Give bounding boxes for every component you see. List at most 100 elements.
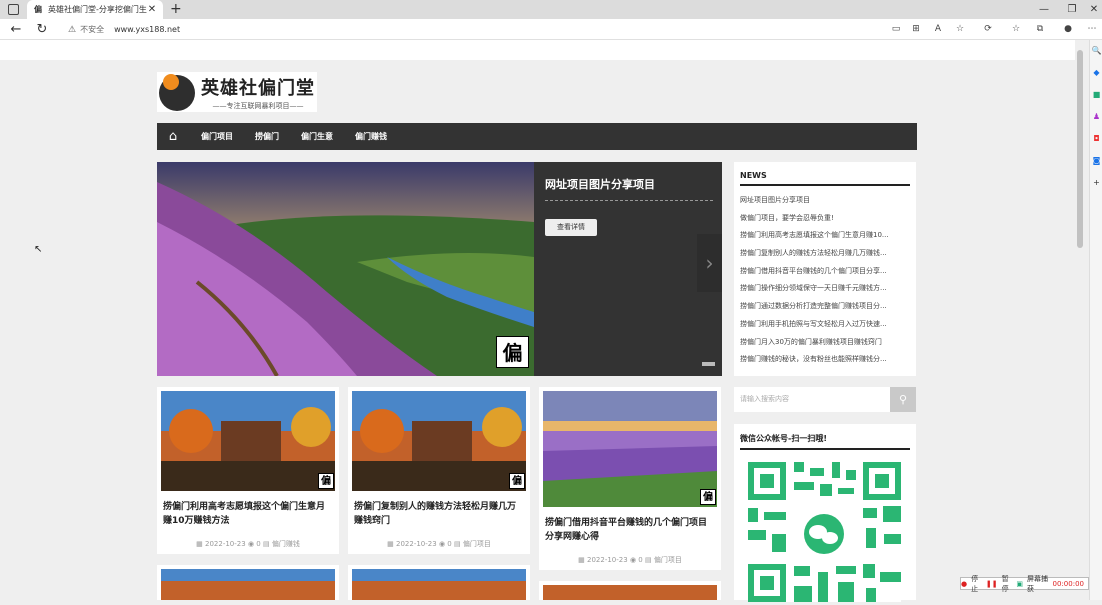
- news-item[interactable]: 捞偏门赚钱的秘诀，没有粉丝也能照样赚钱分...: [740, 351, 910, 369]
- refresh-button[interactable]: ↻: [33, 19, 51, 40]
- pause-button[interactable]: 暂停: [1002, 574, 1013, 594]
- wechat-qr-code: [748, 462, 901, 602]
- apps-icon[interactable]: ⊞: [906, 19, 926, 40]
- stop-button[interactable]: 停止: [971, 574, 982, 594]
- minimize-button[interactable]: —: [1030, 0, 1058, 19]
- article-card[interactable]: [348, 565, 530, 600]
- slider-image[interactable]: [157, 162, 534, 376]
- url-text: www.yxs188.net: [114, 25, 181, 34]
- slider-next-icon[interactable]: ›: [697, 234, 722, 292]
- news-item[interactable]: 捞偏门复制别人的赚钱方法轻松月赚几万赚钱...: [740, 245, 910, 263]
- site-logo[interactable]: 英雄社偏门堂 ——专注互联网暴利项目——: [157, 72, 317, 112]
- pause-icon[interactable]: ❚❚: [986, 580, 998, 588]
- article-card[interactable]: 偏 捞偏门借用抖音平台赚钱的几个偏门项目分享网赚心得 ▦ 2022-10-23 …: [539, 387, 721, 570]
- cast-icon[interactable]: ▭: [886, 19, 906, 40]
- slider-divider: [545, 200, 713, 201]
- news-item[interactable]: 捞偏门操作细分领域保守一天日赚千元赚钱方...: [740, 280, 910, 298]
- article-card[interactable]: 偏 捞偏门利用高考志愿填报这个偏门生意月赚10万赚钱方法 ▦ 2022-10-2…: [157, 387, 339, 554]
- logo-mark-icon: [157, 72, 197, 112]
- search-input[interactable]: 请输入搜索内容: [734, 387, 890, 412]
- featured-slider[interactable]: 偏 网址项目图片分享项目 查看详情 ›: [157, 162, 722, 376]
- logo-slogan: ——专注互联网暴利项目——: [212, 101, 304, 110]
- article-title[interactable]: 捞偏门利用高考志愿填报这个偏门生意月赚10万赚钱方法: [163, 500, 333, 528]
- article-views: 0: [638, 556, 643, 564]
- article-meta: ▦ 2022-10-23 ◉ 0 ▤ 偏门项目: [539, 555, 721, 565]
- recorder-bar: ● 停止 ❚❚ 暂停 ▣ 屏幕捕获 00:00:00: [960, 575, 1089, 593]
- shopping-icon[interactable]: ◆: [1090, 62, 1102, 84]
- calendar-icon: ▦: [387, 540, 397, 548]
- stop-icon[interactable]: ●: [961, 580, 967, 588]
- outlook-icon[interactable]: ◙: [1090, 150, 1102, 172]
- mouse-cursor-icon: ↖: [34, 244, 43, 255]
- article-card[interactable]: 偏 捞偏门复制别人的赚钱方法轻松月赚几万赚钱窍门 ▦ 2022-10-23 ◉ …: [348, 387, 530, 554]
- news-item[interactable]: 捞偏门利用手机拍照与写文轻松月入过万快速...: [740, 316, 910, 334]
- thumbnail-watermark: 偏: [700, 489, 716, 505]
- tools-icon[interactable]: ■: [1090, 84, 1102, 106]
- article-thumbnail[interactable]: [543, 391, 717, 507]
- nav-item-earning[interactable]: 偏门赚钱: [355, 131, 387, 142]
- article-title[interactable]: 捞偏门复制别人的赚钱方法轻松月赚几万赚钱窍门: [354, 500, 524, 528]
- category-icon: ▤: [644, 556, 654, 564]
- news-item[interactable]: 捞偏门月入30万的偏门暴利赚钱项目赚钱窍门: [740, 334, 910, 352]
- main-nav: ⌂ 偏门项目 捞偏门 偏门生意 偏门赚钱: [157, 123, 917, 150]
- tab-actions-icon[interactable]: [8, 4, 19, 15]
- capture-icon[interactable]: ▣: [1016, 580, 1023, 588]
- article-category[interactable]: 偏门赚钱: [272, 540, 300, 548]
- news-item[interactable]: 网址项目图片分享项目: [740, 192, 910, 210]
- nav-item-projects[interactable]: 偏门项目: [201, 131, 233, 142]
- article-thumbnail[interactable]: [352, 569, 526, 600]
- add-icon[interactable]: +: [1090, 172, 1102, 194]
- scrollbar-thumb[interactable]: [1077, 50, 1083, 248]
- collections-icon[interactable]: ⧉: [1030, 19, 1050, 40]
- extensions-icon[interactable]: ⟳: [978, 19, 998, 40]
- article-title[interactable]: 捞偏门借用抖音平台赚钱的几个偏门项目分享网赚心得: [545, 516, 715, 544]
- article-category[interactable]: 偏门项目: [654, 556, 682, 564]
- article-thumbnail[interactable]: [161, 569, 335, 600]
- site-favicon-icon: 偏: [34, 5, 42, 14]
- news-item[interactable]: 捞偏门通过数据分析打造完整偏门赚钱项目分...: [740, 298, 910, 316]
- article-thumbnail[interactable]: [543, 585, 717, 600]
- more-menu-icon[interactable]: ⋯: [1082, 19, 1102, 40]
- site-search: 请输入搜索内容 ⚲: [734, 387, 916, 412]
- slider-indicator[interactable]: [702, 362, 715, 366]
- favorite-star-icon[interactable]: ☆: [950, 19, 970, 40]
- article-date: 2022-10-23: [587, 556, 628, 564]
- not-secure-label: 不安全: [80, 25, 105, 34]
- article-category[interactable]: 偏门项目: [463, 540, 491, 548]
- nav-item-laopianmen[interactable]: 捞偏门: [255, 131, 279, 142]
- category-icon: ▤: [453, 540, 463, 548]
- back-button[interactable]: ←: [7, 19, 25, 40]
- capture-button[interactable]: 屏幕捕获: [1027, 574, 1049, 594]
- search-button-icon[interactable]: ⚲: [890, 387, 916, 412]
- slider-caption[interactable]: 网址项目图片分享项目: [545, 176, 655, 192]
- new-tab-button[interactable]: +: [170, 0, 182, 19]
- news-item[interactable]: 捞偏门利用高考志愿填报这个偏门生意月赚10...: [740, 227, 910, 245]
- article-card[interactable]: [157, 565, 339, 600]
- home-icon[interactable]: ⌂: [157, 129, 189, 144]
- address-bar[interactable]: ⚠ 不安全 www.yxs188.net: [60, 21, 880, 38]
- close-tab-icon[interactable]: ✕: [147, 4, 157, 15]
- slider-watermark: 偏: [496, 336, 529, 368]
- recording-time: 00:00:00: [1052, 579, 1084, 588]
- favorites-icon[interactable]: ☆: [1006, 19, 1026, 40]
- news-panel: NEWS 网址项目图片分享项目 做偏门项目，要学会忍辱负重! 捞偏门利用高考志愿…: [734, 162, 916, 376]
- profile-avatar[interactable]: ●: [1058, 19, 1078, 40]
- browser-tab[interactable]: 偏 英雄社偏门堂-分享挖偏门生意和 ✕: [27, 0, 163, 19]
- view-details-button[interactable]: 查看详情: [545, 219, 597, 236]
- category-icon: ▤: [262, 540, 272, 548]
- page-top-strip: [0, 40, 1075, 60]
- article-meta: ▦ 2022-10-23 ◉ 0 ▤ 偏门项目: [348, 539, 530, 549]
- article-thumbnail[interactable]: [161, 391, 335, 491]
- search-icon[interactable]: 🔍: [1090, 40, 1102, 62]
- games-icon[interactable]: ♟: [1090, 106, 1102, 128]
- close-window-button[interactable]: ✕: [1080, 0, 1102, 19]
- news-item[interactable]: 捞偏门借用抖音平台赚钱的几个偏门项目分享...: [740, 263, 910, 281]
- office-icon[interactable]: ◘: [1090, 128, 1102, 150]
- article-date: 2022-10-23: [396, 540, 437, 548]
- read-aloud-icon[interactable]: A: [928, 19, 948, 40]
- nav-item-business[interactable]: 偏门生意: [301, 131, 333, 142]
- article-card[interactable]: [539, 581, 721, 600]
- article-thumbnail[interactable]: [352, 391, 526, 491]
- news-item[interactable]: 做偏门项目，要学会忍辱负重!: [740, 210, 910, 228]
- tab-title: 英雄社偏门堂-分享挖偏门生意和: [48, 5, 147, 14]
